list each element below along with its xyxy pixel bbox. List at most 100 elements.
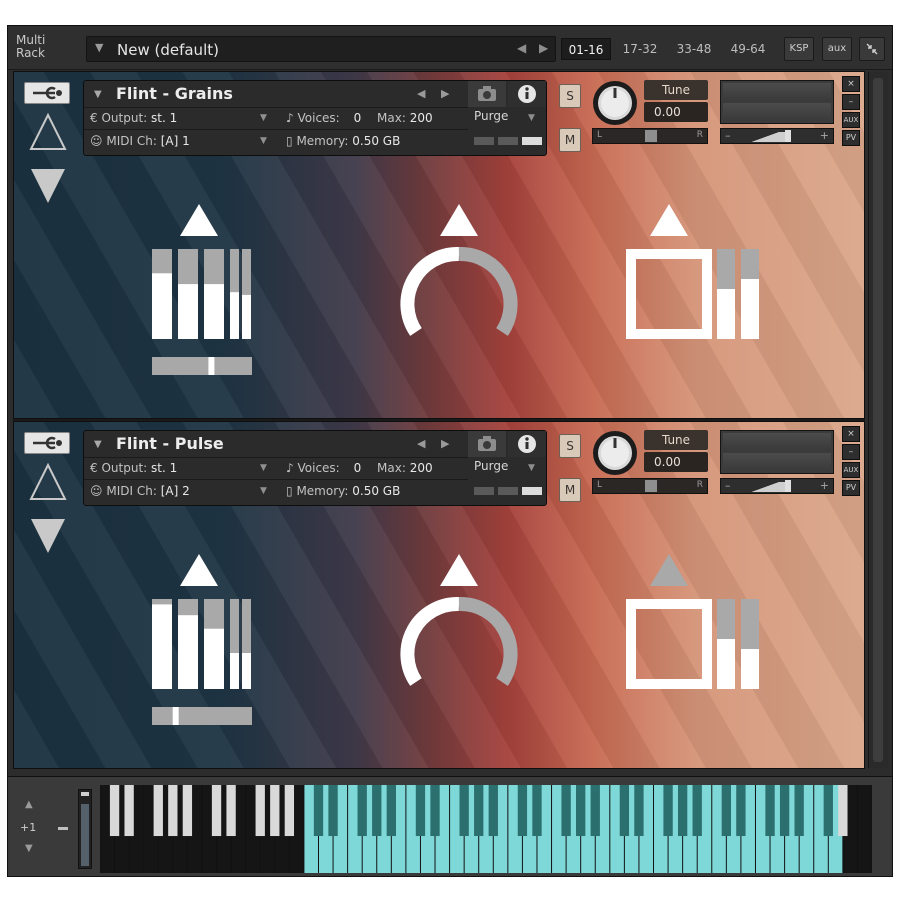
max-voices-value[interactable]: 200 <box>410 461 433 475</box>
page-tab-01-16[interactable]: 01-16 <box>561 38 611 60</box>
scrollbar-thumb[interactable] <box>873 78 883 762</box>
black-key[interactable] <box>794 785 804 837</box>
aux-button[interactable]: aux <box>822 37 852 61</box>
black-key[interactable] <box>109 785 120 837</box>
ksp-button[interactable]: KSP <box>784 37 814 61</box>
white-key[interactable] <box>857 785 872 873</box>
black-key[interactable] <box>328 785 338 837</box>
close-instrument-icon[interactable]: × <box>842 76 860 92</box>
page-tab-33-48[interactable]: 33-48 <box>669 38 719 60</box>
pv-button[interactable]: PV <box>842 130 860 146</box>
instrument-menu-dropdown-icon[interactable]: ▼ <box>94 439 102 450</box>
volume-handle[interactable] <box>785 480 791 492</box>
output-field[interactable]: € Output: st. 1 <box>90 458 177 478</box>
black-key[interactable] <box>823 785 833 837</box>
black-key[interactable] <box>430 785 440 837</box>
solo-button[interactable]: S <box>559 84 581 108</box>
black-key[interactable] <box>124 785 134 837</box>
black-key[interactable] <box>619 785 630 837</box>
black-key[interactable] <box>211 785 222 837</box>
next-instrument-triangle-icon[interactable] <box>28 516 68 556</box>
instrument-menu-dropdown-icon[interactable]: ▼ <box>94 89 102 100</box>
black-key[interactable] <box>634 785 644 837</box>
square-meter-graphic[interactable] <box>619 202 769 382</box>
black-key[interactable] <box>576 785 586 837</box>
multi-menu-dropdown-icon[interactable]: ▼ <box>95 41 103 54</box>
multi-next-arrow-icon[interactable]: ▶ <box>539 41 548 55</box>
square-meter-graphic[interactable] <box>619 552 769 732</box>
page-tab-49-64[interactable]: 49-64 <box>723 38 773 60</box>
black-key[interactable] <box>168 785 178 837</box>
pan-slider[interactable]: L R <box>592 478 708 494</box>
prev-instrument-triangle-icon[interactable] <box>28 112 68 152</box>
black-key[interactable] <box>561 785 571 837</box>
info-icon[interactable] <box>508 81 546 107</box>
black-key[interactable] <box>779 785 790 837</box>
max-voices-value[interactable]: 200 <box>410 111 433 125</box>
mute-button[interactable]: M <box>559 478 581 502</box>
output-field[interactable]: € Output: st. 1 <box>90 108 177 128</box>
black-key[interactable] <box>415 785 426 837</box>
purge-dropdown-icon[interactable]: ▼ <box>528 463 535 473</box>
purge-menu[interactable]: Purge <box>474 459 508 473</box>
piano-keyboard[interactable] <box>100 785 872 873</box>
purge-menu[interactable]: Purge <box>474 109 508 123</box>
black-key[interactable] <box>663 785 673 837</box>
snapshot-camera-icon[interactable] <box>468 81 506 107</box>
black-key[interactable] <box>765 785 775 837</box>
pan-slider[interactable]: L R <box>592 128 708 144</box>
black-key[interactable] <box>226 785 236 837</box>
pv-button[interactable]: PV <box>842 480 860 496</box>
collapse-rack-icon[interactable] <box>859 37 885 61</box>
knob-graphic[interactable] <box>394 202 524 382</box>
black-key[interactable] <box>459 785 469 837</box>
midi-dropdown-icon[interactable]: ▼ <box>260 486 267 496</box>
edit-instrument-button[interactable] <box>24 432 70 454</box>
instrument-prev-arrow-icon[interactable]: ◀ <box>417 437 425 450</box>
black-key[interactable] <box>284 785 295 837</box>
black-key[interactable] <box>532 785 542 837</box>
black-key[interactable] <box>736 785 746 837</box>
octave-up-icon[interactable]: ▲ <box>25 799 33 810</box>
purge-dropdown-icon[interactable]: ▼ <box>528 113 535 123</box>
edit-instrument-button[interactable] <box>24 82 70 104</box>
midi-channel-field[interactable]: ☺ MIDI Ch: [A] 2 <box>90 481 190 501</box>
black-key[interactable] <box>488 785 498 837</box>
snapshot-camera-icon[interactable] <box>468 431 506 457</box>
black-key[interactable] <box>692 785 702 837</box>
output-dropdown-icon[interactable]: ▼ <box>260 113 267 123</box>
black-key[interactable] <box>474 785 484 837</box>
black-key[interactable] <box>255 785 265 837</box>
instrument-next-arrow-icon[interactable]: ▶ <box>441 437 449 450</box>
midi-channel-field[interactable]: ☺ MIDI Ch: [A] 1 <box>90 131 190 151</box>
close-instrument-icon[interactable]: × <box>842 426 860 442</box>
mod-wheel[interactable] <box>78 789 92 869</box>
volume-slider[interactable]: – + <box>720 128 834 144</box>
black-key[interactable] <box>721 785 732 837</box>
midi-dropdown-icon[interactable]: ▼ <box>260 136 267 146</box>
black-key[interactable] <box>270 785 280 837</box>
mute-button[interactable]: M <box>559 128 581 152</box>
octave-down-icon[interactable]: ▼ <box>25 843 33 854</box>
tune-value[interactable]: 0.00 <box>644 102 708 122</box>
knob-graphic[interactable] <box>394 552 524 732</box>
prev-instrument-triangle-icon[interactable] <box>28 462 68 502</box>
instrument-prev-arrow-icon[interactable]: ◀ <box>417 87 425 100</box>
black-key[interactable] <box>517 785 528 837</box>
fader-group-graphic[interactable] <box>144 552 254 732</box>
solo-button[interactable]: S <box>559 434 581 458</box>
black-key[interactable] <box>357 785 367 837</box>
tune-value[interactable]: 0.00 <box>644 452 708 472</box>
minimize-instrument-icon[interactable]: – <box>842 94 860 110</box>
volume-handle[interactable] <box>785 130 791 142</box>
black-key[interactable] <box>386 785 396 837</box>
pan-center-handle[interactable] <box>645 480 657 492</box>
minimize-instrument-icon[interactable]: – <box>842 444 860 460</box>
page-tab-17-32[interactable]: 17-32 <box>615 38 665 60</box>
volume-slider[interactable]: – + <box>720 478 834 494</box>
next-instrument-triangle-icon[interactable] <box>28 166 68 206</box>
output-dropdown-icon[interactable]: ▼ <box>260 463 267 473</box>
black-key[interactable] <box>677 785 688 837</box>
fader-bar[interactable] <box>152 599 172 689</box>
pan-center-handle[interactable] <box>645 130 657 142</box>
